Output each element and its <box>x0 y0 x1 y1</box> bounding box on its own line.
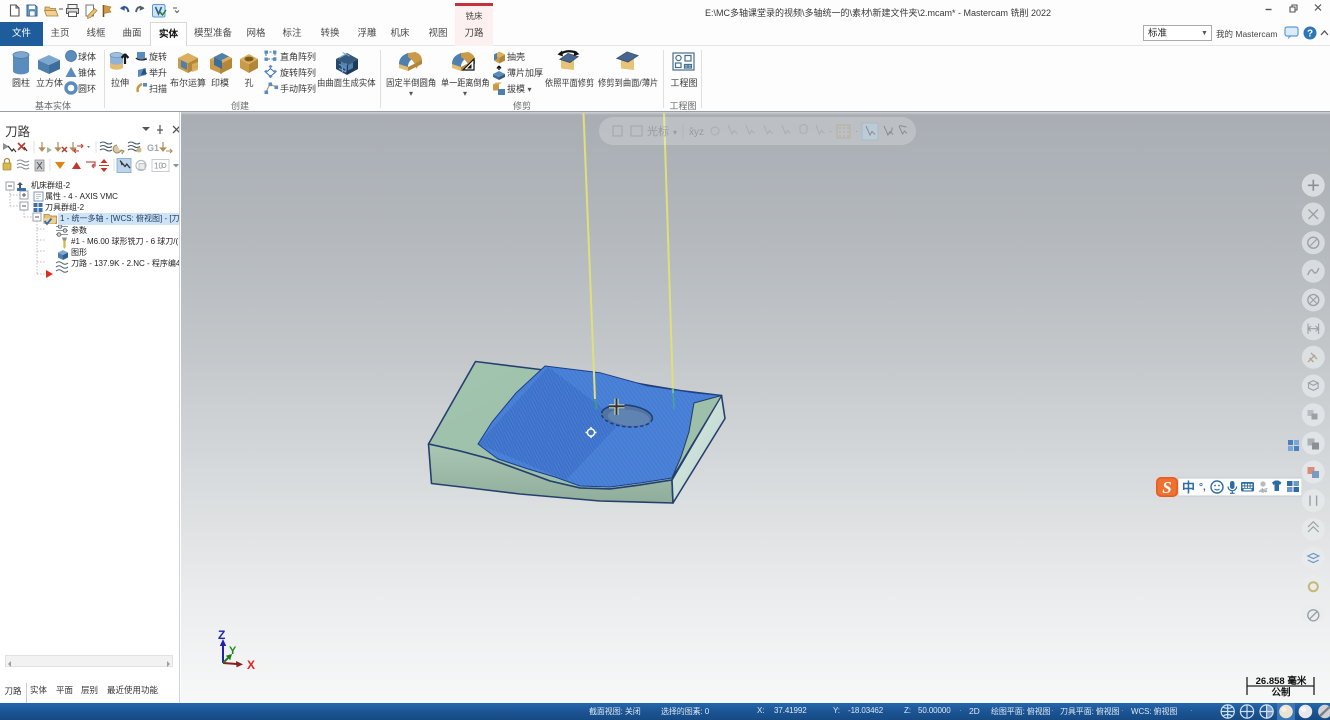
svg-text:·: · <box>855 126 858 136</box>
svg-text:X: X <box>247 658 255 672</box>
svg-text:中: 中 <box>1182 480 1195 495</box>
svg-text:▾: ▾ <box>673 128 677 137</box>
svg-text:26.858 毫米: 26.858 毫米 <box>1256 675 1307 687</box>
svg-text:?: ? <box>1307 29 1313 40</box>
svg-text:·: · <box>829 126 832 136</box>
svg-text:S: S <box>1162 478 1171 497</box>
svg-text:光标: 光标 <box>647 124 669 138</box>
svg-text:Z: Z <box>218 628 225 642</box>
svg-text:17: 17 <box>1261 489 1268 495</box>
svg-text:Y: Y <box>229 645 237 657</box>
svg-text:公制: 公制 <box>1271 687 1291 699</box>
svg-text:°,: °, <box>1199 482 1206 493</box>
svg-text:G1: G1 <box>147 143 159 153</box>
svg-text:x̊yz: x̊yz <box>689 125 704 138</box>
